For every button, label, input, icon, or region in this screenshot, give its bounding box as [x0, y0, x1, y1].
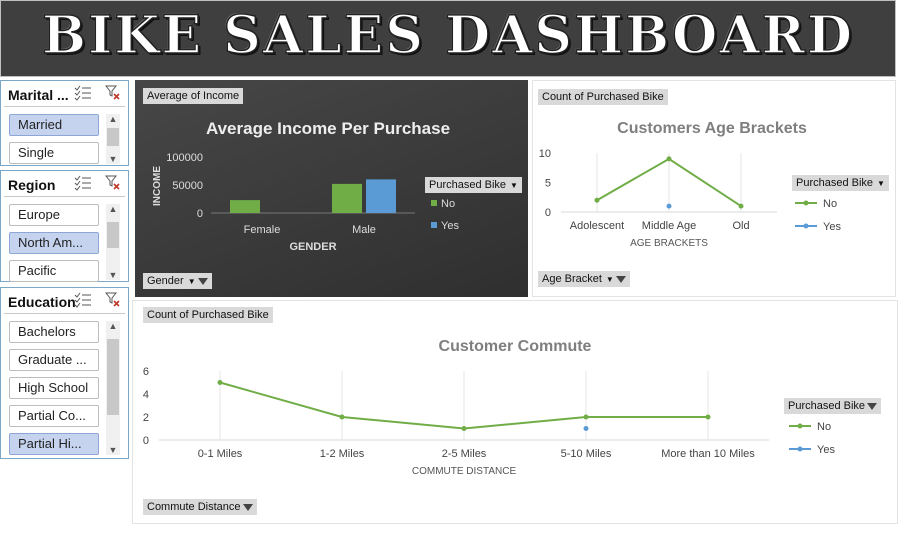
- data-point-yes: [666, 203, 672, 209]
- x-tick-label: Middle Age: [642, 220, 696, 232]
- data-point-no: [594, 197, 600, 203]
- data-point-no: [666, 156, 672, 162]
- scroll-down-icon[interactable]: ▼: [106, 445, 120, 455]
- y-tick-label: 6: [143, 366, 149, 378]
- data-point-no: [583, 414, 589, 420]
- legend-label-yes: Yes: [823, 221, 841, 233]
- legend-label-no: No: [823, 198, 837, 210]
- y-axis-label: INCOME: [152, 166, 163, 206]
- y-tick-label: 100000: [166, 152, 203, 164]
- bar-yes-male: [366, 179, 396, 213]
- slicer-item-partial-high-school[interactable]: Partial Hi...: [9, 433, 99, 455]
- slicer-scrollbar[interactable]: ▲ ▼: [106, 204, 120, 280]
- x-tick-label: Adolescent: [570, 220, 624, 232]
- slicer-item-high-school[interactable]: High School: [9, 377, 99, 399]
- clear-filter-icon[interactable]: [105, 85, 121, 101]
- legend-label-yes: Yes: [817, 444, 835, 456]
- slicer-header: Marital ...: [8, 87, 69, 103]
- scroll-down-icon[interactable]: ▼: [106, 154, 120, 164]
- slicer-scrollbar[interactable]: ▲ ▼: [106, 321, 120, 455]
- y-tick-label: 50000: [172, 180, 203, 192]
- multi-select-icon[interactable]: [74, 292, 92, 308]
- slicer-marital-status: Marital ... Married Single ▲ ▼: [0, 80, 129, 166]
- slicer-item-europe[interactable]: Europe: [9, 204, 99, 226]
- legend-swatch-yes: [431, 222, 437, 228]
- legend-swatch-no: [431, 200, 437, 206]
- x-tick-label: Female: [244, 224, 281, 236]
- x-axis-label: GENDER: [289, 241, 336, 253]
- data-point-no: [461, 426, 467, 431]
- data-point-no: [339, 414, 345, 420]
- slicer-scrollbar[interactable]: ▲ ▼: [106, 114, 120, 164]
- multi-select-icon[interactable]: [74, 85, 92, 101]
- slicer-item-partial-college[interactable]: Partial Co...: [9, 405, 99, 427]
- slicer-item-pacific[interactable]: Pacific: [9, 260, 99, 282]
- scroll-thumb[interactable]: [107, 222, 119, 248]
- y-tick-label: 2: [143, 412, 149, 424]
- slicer-region: Region Europe North Am... Pacific ▲ ▼: [0, 170, 129, 282]
- slicer-item-single[interactable]: Single: [9, 142, 99, 164]
- chart-title: Customers Age Brackets: [617, 120, 807, 137]
- clear-filter-icon[interactable]: [105, 292, 121, 308]
- dashboard-title: BIKE SALES DASHBOARD: [41, 4, 854, 67]
- scroll-thumb[interactable]: [107, 339, 119, 415]
- legend-label-yes: Yes: [441, 220, 459, 232]
- bar-no-female: [230, 200, 260, 213]
- x-tick-label: 5-10 Miles: [561, 448, 612, 460]
- scroll-thumb[interactable]: [107, 128, 119, 146]
- legend-marker-yes: [797, 446, 803, 452]
- multi-select-icon[interactable]: [74, 175, 92, 191]
- y-tick-label: 4: [143, 389, 149, 401]
- slicer-header: Region: [8, 177, 56, 193]
- x-axis-label: AGE BRACKETS: [630, 238, 708, 249]
- slicer-item-bachelors[interactable]: Bachelors: [9, 321, 99, 343]
- legend-marker-no: [803, 200, 809, 206]
- chart-age-brackets: Count of Purchased Bike Purchased Bike ▼ …: [532, 80, 896, 297]
- chart-average-income: Average of Income Purchased Bike ▼ Gender…: [135, 80, 528, 297]
- chart-canvas: Average Income Per Purchase 0 50000 100000I…: [152, 119, 459, 253]
- slicer-item-married[interactable]: Married: [9, 114, 99, 136]
- legend-marker-yes: [803, 223, 809, 229]
- y-tick-label: 0: [143, 435, 149, 447]
- x-tick-label: Male: [352, 224, 376, 236]
- x-tick-label: 2-5 Miles: [442, 448, 487, 460]
- slicer-divider: [4, 106, 125, 107]
- scroll-down-icon[interactable]: ▼: [106, 270, 120, 280]
- bar-no-male: [332, 183, 362, 213]
- legend-label-no: No: [817, 421, 831, 433]
- data-point-yes: [583, 426, 589, 431]
- legend-label-no: No: [441, 198, 455, 210]
- x-tick-label: 1-2 Miles: [320, 448, 365, 460]
- chart-title: Average Income Per Purchase: [206, 119, 450, 138]
- data-point-no: [705, 414, 711, 420]
- y-tick-label: 0: [545, 207, 551, 219]
- y-tick-label: 0: [197, 208, 203, 220]
- chart-canvas: Customer Commute 0 2 4 6 0-1 Miles 1-2 Miles 2-…: [143, 338, 836, 477]
- dashboard-banner: BIKE SALES DASHBOARD: [0, 0, 896, 77]
- slicer-item-north-america[interactable]: North Am...: [9, 232, 99, 254]
- clear-filter-icon[interactable]: [105, 175, 121, 191]
- slicer-education: Education Bachelors Graduate ... High Sc…: [0, 287, 129, 459]
- scroll-up-icon[interactable]: ▲: [106, 321, 120, 331]
- chart-customer-commute: Count of Purchased Bike Purchased Bike C…: [132, 300, 898, 524]
- x-tick-label: More than 10 Miles: [661, 448, 755, 460]
- chart-canvas: Customers Age Brackets 0 5 10 Adolescent Midd…: [539, 120, 842, 249]
- y-tick-label: 5: [545, 178, 551, 190]
- x-axis-label: COMMUTE DISTANCE: [412, 466, 517, 477]
- y-tick-label: 10: [539, 148, 551, 160]
- data-point-no: [217, 380, 223, 385]
- scroll-up-icon[interactable]: ▲: [106, 204, 120, 214]
- slicer-header: Education: [8, 294, 76, 310]
- slicer-divider: [4, 313, 125, 314]
- legend-marker-no: [797, 423, 803, 429]
- x-tick-label: 0-1 Miles: [198, 448, 243, 460]
- slicer-item-graduate[interactable]: Graduate ...: [9, 349, 99, 371]
- scroll-up-icon[interactable]: ▲: [106, 114, 120, 124]
- x-tick-label: Old: [732, 220, 749, 232]
- chart-title: Customer Commute: [439, 338, 592, 355]
- slicer-divider: [4, 196, 125, 197]
- data-point-no: [738, 203, 744, 209]
